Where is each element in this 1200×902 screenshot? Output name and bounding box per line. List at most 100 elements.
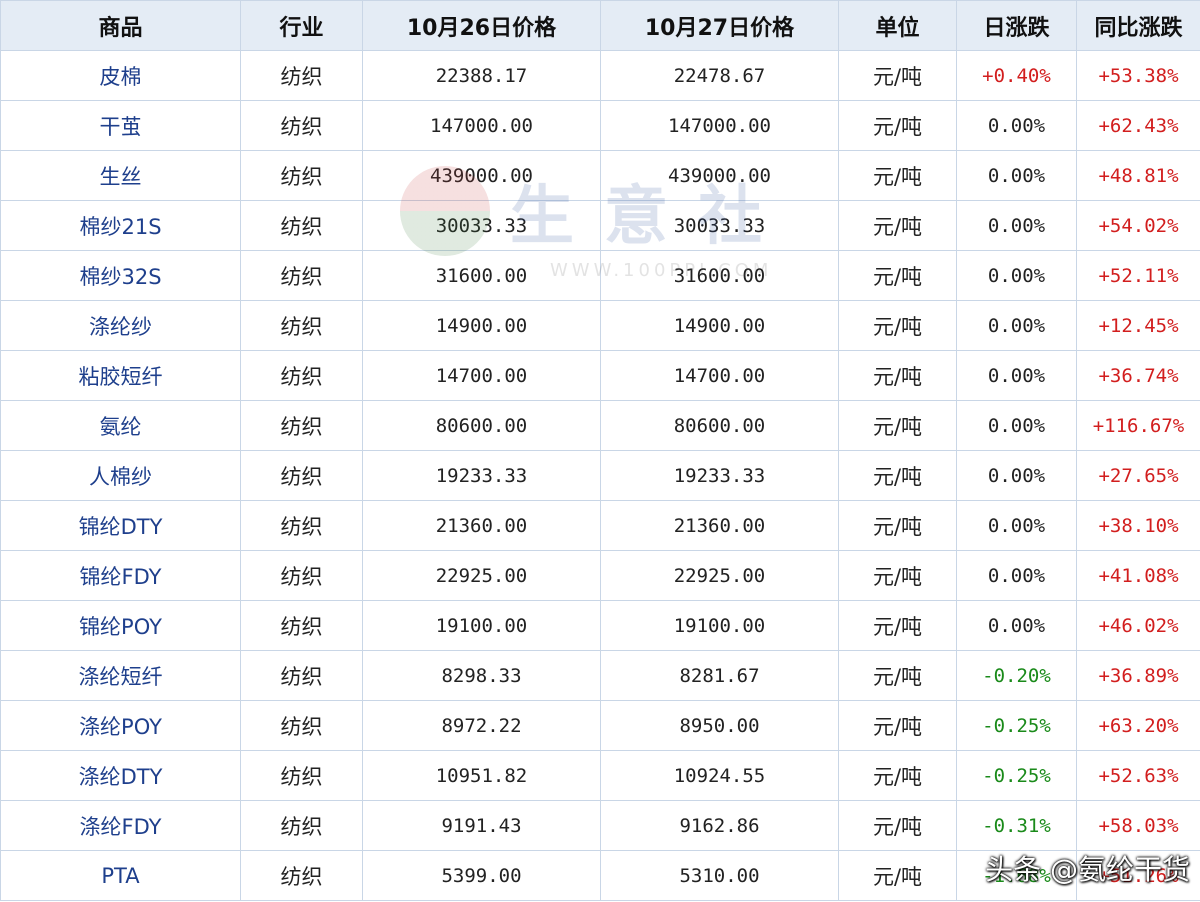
- price-oct26-cell: 80600.00: [362, 400, 601, 451]
- daily-change-cell: 0.00%: [956, 100, 1077, 151]
- commodity-name: 氨纶: [0, 400, 241, 451]
- commodity-name: 粘胶短纤: [0, 350, 241, 401]
- commodity-name: 涤纶短纤: [0, 650, 241, 701]
- commodity-name: 皮棉: [0, 50, 241, 101]
- yoy-change-cell: +48.81%: [1076, 150, 1200, 201]
- daily-change-cell: 0.00%: [956, 550, 1077, 601]
- price-table: 商品 行业 10月26日价格 10月27日价格 单位 日涨跌 同比涨跌 皮棉 纺织…: [0, 0, 1200, 901]
- price-oct26-cell: 10951.82: [362, 750, 601, 801]
- table-row: 涤纶DTY 纺织 10951.82 10924.55 元/吨 -0.25% +52.63%: [0, 750, 1200, 801]
- industry-cell: 纺织: [240, 550, 363, 601]
- unit-cell: 元/吨: [838, 450, 957, 501]
- industry-cell: 纺织: [240, 400, 363, 451]
- price-oct27-cell: 22925.00: [600, 550, 839, 601]
- table-row: 涤纶POY 纺织 8972.22 8950.00 元/吨 -0.25% +63.20%: [0, 700, 1200, 751]
- price-oct26-cell: 22925.00: [362, 550, 601, 601]
- yoy-change-cell: +36.74%: [1076, 350, 1200, 401]
- unit-cell: 元/吨: [838, 350, 957, 401]
- yoy-change-cell: +52.11%: [1076, 250, 1200, 301]
- commodity-name: 锦纶FDY: [0, 550, 241, 601]
- yoy-change-cell: +52.63%: [1076, 750, 1200, 801]
- table-row: 锦纶FDY 纺织 22925.00 22925.00 元/吨 0.00% +41.08%: [0, 550, 1200, 601]
- header-unit: 单位: [838, 0, 957, 51]
- price-oct27-cell: 8950.00: [600, 700, 839, 751]
- table-row: 涤纶FDY 纺织 9191.43 9162.86 元/吨 -0.31% +58.03%: [0, 800, 1200, 851]
- yoy-change-cell: +46.02%: [1076, 600, 1200, 651]
- price-oct26-cell: 30033.33: [362, 200, 601, 251]
- industry-cell: 纺织: [240, 600, 363, 651]
- unit-cell: 元/吨: [838, 50, 957, 101]
- price-oct27-cell: 31600.00: [600, 250, 839, 301]
- commodity-name: 棉纱21S: [0, 200, 241, 251]
- yoy-change-cell: +27.65%: [1076, 450, 1200, 501]
- commodity-name: 涤纶DTY: [0, 750, 241, 801]
- price-oct27-cell: 14900.00: [600, 300, 839, 351]
- table-row: 锦纶POY 纺织 19100.00 19100.00 元/吨 0.00% +46.02%: [0, 600, 1200, 651]
- industry-cell: 纺织: [240, 350, 363, 401]
- price-oct27-cell: 14700.00: [600, 350, 839, 401]
- price-oct27-cell: 9162.86: [600, 800, 839, 851]
- price-oct26-cell: 147000.00: [362, 100, 601, 151]
- price-oct26-cell: 14700.00: [362, 350, 601, 401]
- unit-cell: 元/吨: [838, 150, 957, 201]
- industry-cell: 纺织: [240, 150, 363, 201]
- table-row: 人棉纱 纺织 19233.33 19233.33 元/吨 0.00% +27.65%: [0, 450, 1200, 501]
- price-oct27-cell: 19233.33: [600, 450, 839, 501]
- unit-cell: 元/吨: [838, 100, 957, 151]
- industry-cell: 纺织: [240, 250, 363, 301]
- industry-cell: 纺织: [240, 850, 363, 901]
- daily-change-cell: 0.00%: [956, 250, 1077, 301]
- daily-change-cell: -0.31%: [956, 800, 1077, 851]
- price-oct27-cell: 80600.00: [600, 400, 839, 451]
- unit-cell: 元/吨: [838, 250, 957, 301]
- price-oct26-cell: 5399.00: [362, 850, 601, 901]
- price-oct27-cell: 5310.00: [600, 850, 839, 901]
- daily-change-cell: +0.40%: [956, 50, 1077, 101]
- unit-cell: 元/吨: [838, 850, 957, 901]
- price-oct27-cell: 30033.33: [600, 200, 839, 251]
- commodity-name: 涤纶FDY: [0, 800, 241, 851]
- price-oct26-cell: 19233.33: [362, 450, 601, 501]
- yoy-change-cell: +38.10%: [1076, 500, 1200, 551]
- daily-change-cell: -0.25%: [956, 750, 1077, 801]
- commodity-name: 涤纶POY: [0, 700, 241, 751]
- table-row: 棉纱21S 纺织 30033.33 30033.33 元/吨 0.00% +54.02%: [0, 200, 1200, 251]
- commodity-name: 棉纱32S: [0, 250, 241, 301]
- yoy-change-cell: +63.20%: [1076, 700, 1200, 751]
- price-oct26-cell: 31600.00: [362, 250, 601, 301]
- table-row: 棉纱32S 纺织 31600.00 31600.00 元/吨 0.00% +52.11%: [0, 250, 1200, 301]
- price-oct26-cell: 22388.17: [362, 50, 601, 101]
- daily-change-cell: 0.00%: [956, 600, 1077, 651]
- table-header-row: 商品 行业 10月26日价格 10月27日价格 单位 日涨跌 同比涨跌: [0, 0, 1200, 51]
- industry-cell: 纺织: [240, 50, 363, 101]
- unit-cell: 元/吨: [838, 750, 957, 801]
- yoy-change-cell: +54.02%: [1076, 200, 1200, 251]
- price-oct26-cell: 19100.00: [362, 600, 601, 651]
- table-row: 干茧 纺织 147000.00 147000.00 元/吨 0.00% +62.43%: [0, 100, 1200, 151]
- commodity-name: 生丝: [0, 150, 241, 201]
- header-yoy-change: 同比涨跌: [1076, 0, 1200, 51]
- industry-cell: 纺织: [240, 500, 363, 551]
- unit-cell: 元/吨: [838, 400, 957, 451]
- author-credit: 头条 @氨纶干货: [985, 853, 1190, 886]
- industry-cell: 纺织: [240, 700, 363, 751]
- unit-cell: 元/吨: [838, 700, 957, 751]
- daily-change-cell: 0.00%: [956, 450, 1077, 501]
- yoy-change-cell: +62.43%: [1076, 100, 1200, 151]
- price-oct26-cell: 14900.00: [362, 300, 601, 351]
- commodity-name: 干茧: [0, 100, 241, 151]
- yoy-change-cell: +12.45%: [1076, 300, 1200, 351]
- price-oct27-cell: 22478.67: [600, 50, 839, 101]
- commodity-name: 锦纶DTY: [0, 500, 241, 551]
- commodity-name: 人棉纱: [0, 450, 241, 501]
- price-oct26-cell: 9191.43: [362, 800, 601, 851]
- yoy-change-cell: +36.89%: [1076, 650, 1200, 701]
- table-row: 锦纶DTY 纺织 21360.00 21360.00 元/吨 0.00% +38.10%: [0, 500, 1200, 551]
- header-commodity: 商品: [0, 0, 241, 51]
- price-oct26-cell: 8972.22: [362, 700, 601, 751]
- table-row: 生丝 纺织 439000.00 439000.00 元/吨 0.00% +48.81%: [0, 150, 1200, 201]
- price-oct27-cell: 439000.00: [600, 150, 839, 201]
- price-oct26-cell: 21360.00: [362, 500, 601, 551]
- industry-cell: 纺织: [240, 800, 363, 851]
- unit-cell: 元/吨: [838, 550, 957, 601]
